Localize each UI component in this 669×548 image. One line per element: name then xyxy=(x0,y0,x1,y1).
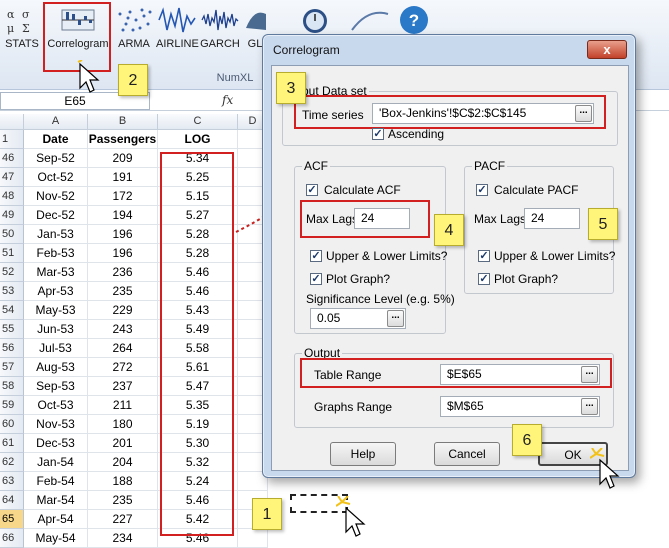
acf-group-label: ACF xyxy=(302,159,330,173)
pacf-max-lags-input[interactable]: 24 xyxy=(524,208,580,229)
ascending-label: Ascending xyxy=(388,127,445,141)
mouse-cursor-icon xyxy=(590,448,620,489)
cancel-button[interactable]: Cancel xyxy=(434,442,500,466)
calculate-acf-checkbox[interactable]: ✓ xyxy=(306,184,318,196)
callout-3: 3 xyxy=(276,72,306,104)
callout-6: 6 xyxy=(512,424,542,456)
significance-input[interactable]: 0.05 ... xyxy=(310,308,406,329)
pacf-limits-label: Upper & Lower Limits? xyxy=(494,249,616,263)
time-series-highlight xyxy=(294,95,606,129)
mouse-cursor-icon xyxy=(336,496,366,537)
acf-limits-label: Upper & Lower Limits? xyxy=(326,249,448,263)
significance-ellipsis-button[interactable]: ... xyxy=(387,310,404,327)
dialog-title: Correlogram xyxy=(273,43,340,57)
calculate-pacf-label: Calculate PACF xyxy=(494,183,579,197)
close-icon: x xyxy=(603,42,611,57)
acf-limits-checkbox[interactable]: ✓ xyxy=(310,250,322,262)
graphs-range-value: $M$65 xyxy=(447,399,484,413)
graphs-range-label: Graphs Range xyxy=(314,400,393,414)
pacf-max-lags-label: Max Lags xyxy=(474,212,527,226)
callout-5: 5 xyxy=(588,208,618,240)
callout-4: 4 xyxy=(434,214,464,246)
acf-plot-checkbox[interactable]: ✓ xyxy=(310,273,322,285)
close-button[interactable]: x xyxy=(587,40,627,59)
pacf-plot-checkbox[interactable]: ✓ xyxy=(478,273,490,285)
acf-max-lags-highlight xyxy=(300,200,430,238)
pacf-plot-label: Plot Graph? xyxy=(494,272,559,286)
graphs-range-input[interactable]: $M$65 ... xyxy=(440,396,600,417)
help-button[interactable]: Help xyxy=(330,442,396,466)
callout-1: 1 xyxy=(252,498,282,530)
pacf-group-label: PACF xyxy=(472,159,508,173)
calculate-pacf-checkbox[interactable]: ✓ xyxy=(476,184,488,196)
pacf-limits-checkbox[interactable]: ✓ xyxy=(478,250,490,262)
table-range-highlight xyxy=(300,358,612,388)
correlogram-dialog: Correlogram x Input Data set Time series… xyxy=(262,34,636,478)
significance-value: 0.05 xyxy=(317,311,341,325)
acf-plot-label: Plot Graph? xyxy=(326,272,391,286)
graphs-range-ellipsis-button[interactable]: ... xyxy=(581,398,598,415)
calculate-acf-label: Calculate ACF xyxy=(324,183,401,197)
ascending-checkbox[interactable]: ✓ xyxy=(372,128,384,140)
callout-2: 2 xyxy=(118,64,148,96)
mouse-cursor-icon xyxy=(76,60,100,93)
significance-label: Significance Level (e.g. 5%) xyxy=(306,292,455,306)
dialog-body: Input Data set Time series 'Box-Jenkins'… xyxy=(271,65,629,471)
